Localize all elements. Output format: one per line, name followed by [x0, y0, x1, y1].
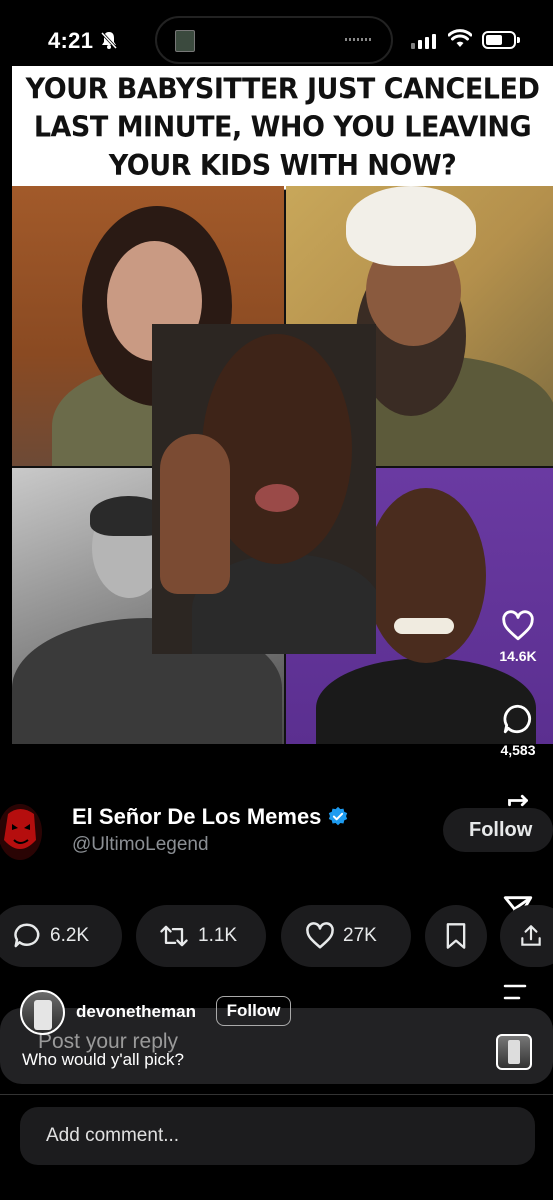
- retweet-metric[interactable]: 1.1K: [136, 905, 266, 967]
- audio-thumbnail[interactable]: [496, 1034, 532, 1070]
- meme-caption-line: YOUR BABYSITTER JUST CANCELED: [25, 73, 540, 106]
- comment-count: 4,583: [500, 742, 536, 758]
- heart-icon[interactable]: [501, 610, 535, 642]
- tweet-follow-button[interactable]: Follow: [443, 808, 553, 852]
- comment-input[interactable]: [46, 1121, 506, 1151]
- reply-metric[interactable]: 6.2K: [0, 905, 122, 967]
- share-upload-icon: [521, 925, 541, 946]
- reel-user-avatar[interactable]: [20, 990, 65, 1035]
- author-name-row[interactable]: El Señor De Los Memes: [72, 804, 349, 830]
- retweet-icon: [160, 925, 188, 947]
- reply-count: 6.2K: [50, 925, 90, 946]
- heart-outline-icon: [306, 922, 334, 949]
- retweet-count: 1.1K: [198, 925, 238, 946]
- author-avatar[interactable]: [0, 800, 48, 860]
- verified-badge-icon: [329, 806, 348, 826]
- tweet-share-metric[interactable]: [500, 905, 553, 967]
- reel-username[interactable]: devonetheman: [76, 1002, 196, 1022]
- menu-icon[interactable]: [502, 983, 528, 1001]
- bookmark-metric[interactable]: [425, 905, 487, 967]
- meme-photo-center: [152, 324, 376, 654]
- like-metric[interactable]: 27K: [281, 905, 411, 967]
- comment-action[interactable]: 4,583: [483, 702, 553, 758]
- divider: [0, 1094, 553, 1095]
- battery-icon: [482, 31, 520, 49]
- cellular-signal-icon: [411, 34, 436, 49]
- tweet-metrics: 6.2K 1.1K 27K: [0, 905, 553, 967]
- meme-caption-line: YOUR KIDS WITH NOW?: [108, 149, 457, 183]
- dynamic-island[interactable]: [155, 16, 393, 64]
- tweet-author: El Señor De Los Memes @UltimoLegend Foll…: [0, 790, 553, 870]
- bookmark-icon: [446, 923, 466, 949]
- tweet-like-count: 27K: [343, 925, 377, 946]
- wifi-icon: [448, 29, 472, 47]
- audio-waveform-icon: [345, 38, 373, 41]
- author-name[interactable]: El Señor De Los Memes: [72, 804, 321, 830]
- author-handle[interactable]: @UltimoLegend: [72, 834, 209, 856]
- now-playing-thumbnail: [175, 30, 195, 52]
- comment-box[interactable]: [20, 1107, 535, 1165]
- reel-caption[interactable]: Who would y'all pick?: [22, 1050, 184, 1070]
- comment-bubble-icon[interactable]: [501, 702, 535, 736]
- meme-caption: YOUR BABYSITTER JUST CANCELED LAST MINUT…: [12, 66, 553, 190]
- bell-off-icon: [100, 31, 118, 50]
- like-action[interactable]: 14.6K: [483, 610, 553, 664]
- meme-caption-line: LAST MINUTE, WHO YOU LEAVING: [33, 111, 532, 145]
- reel-follow-button[interactable]: Follow: [216, 996, 291, 1026]
- status-bar: 4:21: [0, 0, 553, 70]
- status-time: 4:21: [48, 28, 94, 53]
- like-count: 14.6K: [499, 648, 537, 664]
- reply-icon: [14, 923, 40, 948]
- reel-video-frame[interactable]: YOUR BABYSITTER JUST CANCELED LAST MINUT…: [12, 66, 553, 744]
- tweet-follow-label: Follow: [469, 819, 533, 841]
